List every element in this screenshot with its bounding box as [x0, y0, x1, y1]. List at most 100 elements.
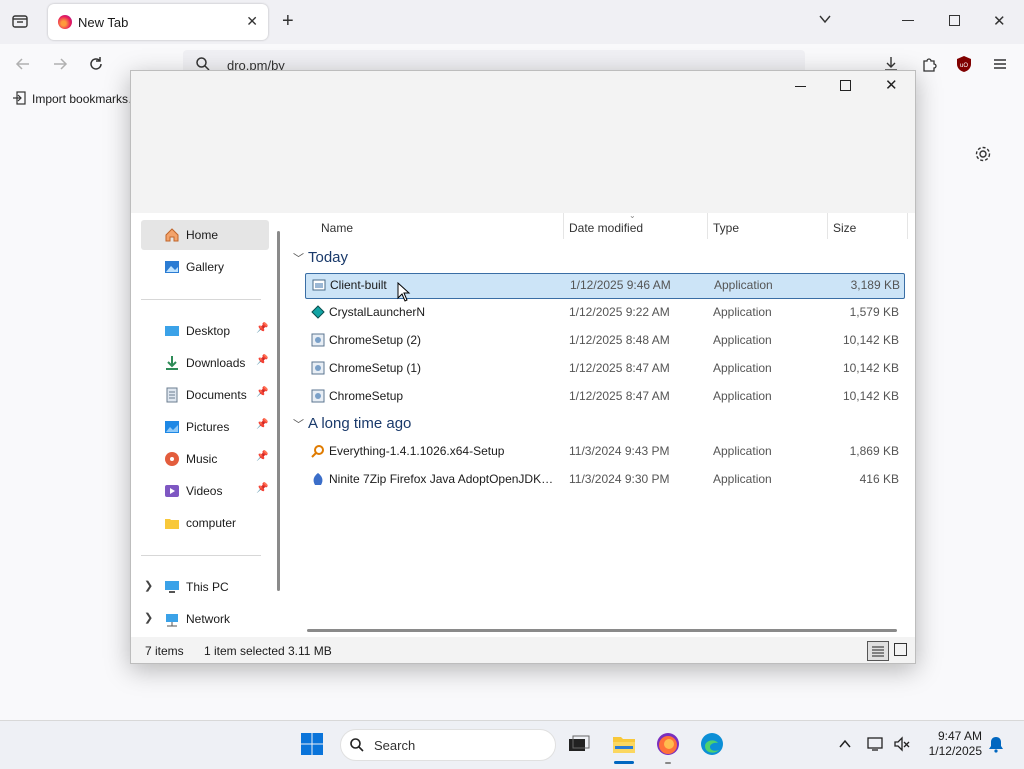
maximize-window-button[interactable] — [840, 80, 851, 91]
file-explorer-icon[interactable] — [612, 732, 636, 756]
nav-label: Home — [186, 228, 219, 242]
file-row[interactable]: ChromeSetup 1/12/2025 8:47 AM Applicatio… — [305, 385, 903, 409]
file-date: 1/12/2025 9:46 AM — [570, 278, 671, 292]
menu-hamburger-icon[interactable] — [992, 56, 1008, 75]
taskbar-search-box[interactable]: Search — [340, 729, 556, 761]
nav-item-computer-folder[interactable]: computer — [141, 508, 269, 538]
extensions-icon[interactable] — [920, 55, 938, 76]
import-bookmarks-link[interactable]: Import bookmarks… — [32, 92, 140, 106]
mouse-cursor-icon — [397, 281, 411, 305]
nav-label: Gallery — [186, 260, 225, 274]
documents-icon — [164, 387, 180, 403]
new-tab-button[interactable]: + — [282, 10, 294, 33]
file-type: Application — [713, 472, 772, 486]
nav-item-network[interactable]: ❯ Network — [141, 604, 269, 634]
nav-item-gallery[interactable]: Gallery — [141, 252, 269, 282]
task-view-icon[interactable] — [567, 732, 591, 756]
file-date: 1/12/2025 9:22 AM — [569, 305, 670, 319]
notification-bell-icon[interactable] — [988, 735, 1004, 756]
file-row[interactable]: Client-built 1/12/2025 9:46 AM Applicati… — [305, 273, 905, 299]
column-header-size[interactable]: Size — [833, 221, 856, 235]
chevron-down-icon[interactable] — [818, 12, 832, 29]
item-count: 7 items — [145, 644, 184, 658]
file-date: 11/3/2024 9:43 PM — [569, 444, 670, 458]
file-size: 3,189 KB — [850, 278, 900, 292]
minimize-browser-button[interactable] — [902, 20, 914, 21]
file-row[interactable]: ChromeSetup (2) 1/12/2025 8:48 AM Applic… — [305, 329, 903, 353]
column-header-name[interactable]: Name — [321, 221, 353, 235]
search-icon — [349, 737, 365, 756]
nav-item-pictures[interactable]: Pictures 📌 — [141, 412, 269, 442]
close-browser-button[interactable]: ✕ — [993, 12, 1006, 30]
file-name: ChromeSetup (1) — [329, 361, 422, 375]
navigation-pane: Home Gallery Desktop 📌 Downloads 📌 Docum… — [131, 213, 279, 637]
firefox-icon[interactable] — [656, 732, 680, 756]
file-row[interactable]: ChromeSetup (1) 1/12/2025 8:47 AM Applic… — [305, 357, 903, 381]
reload-icon[interactable] — [87, 55, 105, 76]
details-view-button[interactable] — [867, 641, 889, 661]
nav-item-downloads[interactable]: Downloads 📌 — [141, 348, 269, 378]
settings-gear-icon[interactable] — [974, 145, 992, 166]
nav-item-home[interactable]: Home — [141, 220, 269, 250]
nav-label: Documents — [186, 388, 247, 402]
file-size: 10,142 KB — [842, 361, 899, 375]
nav-item-this-pc[interactable]: ❯ This PC — [141, 572, 269, 602]
column-divider[interactable] — [707, 213, 708, 239]
network-icon — [164, 611, 180, 627]
file-explorer-window: ✕ Home Gallery Desktop 📌 Downloads 📌 Doc… — [130, 70, 916, 664]
running-app-indicator — [665, 762, 671, 764]
chevron-right-icon[interactable]: ❯ — [144, 579, 153, 592]
file-type: Application — [713, 389, 772, 403]
clock-date: 1/12/2025 — [928, 744, 982, 758]
chevron-right-icon[interactable]: ❯ — [144, 611, 153, 624]
gallery-icon — [164, 259, 180, 275]
edge-icon[interactable] — [700, 732, 724, 756]
nav-item-documents[interactable]: Documents 📌 — [141, 380, 269, 410]
close-window-button[interactable]: ✕ — [885, 76, 898, 94]
file-list-pane: Name ⌄ Date modified Type Size ﹀ Today Cl… — [287, 211, 915, 637]
column-divider[interactable] — [907, 213, 908, 239]
column-divider[interactable] — [563, 213, 564, 239]
nav-item-desktop[interactable]: Desktop 📌 — [141, 316, 269, 346]
forward-arrow-icon[interactable] — [51, 55, 69, 76]
column-header-type[interactable]: Type — [713, 221, 739, 235]
nav-item-music[interactable]: Music 📌 — [141, 444, 269, 474]
windows-start-icon[interactable] — [300, 732, 324, 759]
file-name: CrystalLauncherN — [329, 305, 426, 319]
taskbar-clock[interactable]: 9:47 AM 1/12/2025 — [920, 729, 982, 759]
nav-divider — [141, 299, 261, 300]
tab-new-tab[interactable]: New Tab ✕ — [48, 4, 268, 40]
minimize-window-button[interactable] — [795, 86, 806, 87]
group-header-today[interactable]: ﹀ Today — [293, 249, 348, 266]
nav-label: Network — [186, 612, 231, 626]
tiles-view-button[interactable] — [894, 643, 907, 656]
chevron-up-icon[interactable] — [838, 738, 852, 753]
network-status-icon[interactable] — [867, 735, 885, 756]
tab-list-icon[interactable] — [11, 12, 29, 35]
file-type: Application — [713, 361, 772, 375]
volume-muted-icon[interactable] — [893, 735, 911, 756]
back-arrow-icon[interactable] — [14, 55, 32, 76]
setup-icon — [311, 361, 325, 375]
nav-label: Videos — [186, 484, 223, 498]
close-tab-icon[interactable]: ✕ — [246, 13, 258, 30]
file-row[interactable]: Ninite 7Zip Firefox Java AdoptOpenJDK x.… — [305, 468, 903, 492]
ublock-shield-icon[interactable]: uO — [956, 55, 972, 76]
file-name: ChromeSetup (2) — [329, 333, 422, 347]
pin-icon: 📌 — [256, 387, 269, 398]
group-label: Today — [308, 249, 349, 266]
file-row[interactable]: Everything-1.4.1.1026.x64-Setup 11/3/202… — [305, 440, 903, 464]
nav-item-videos[interactable]: Videos 📌 — [141, 476, 269, 506]
group-header-long-ago[interactable]: ﹀ A long time ago — [293, 415, 411, 432]
status-bar: 7 items 1 item selected 3.11 MB — [131, 637, 915, 663]
nav-label: Downloads — [186, 356, 246, 370]
maximize-browser-button[interactable] — [949, 15, 960, 26]
everything-search-icon — [311, 444, 325, 458]
column-divider[interactable] — [827, 213, 828, 239]
music-icon — [164, 451, 180, 467]
column-header-date[interactable]: Date modified — [569, 221, 643, 235]
nav-scrollbar[interactable] — [277, 231, 280, 591]
file-row[interactable]: CrystalLauncherN 1/12/2025 9:22 AM Appli… — [305, 301, 903, 325]
file-size: 1,869 KB — [849, 444, 899, 458]
horizontal-scrollbar[interactable] — [307, 629, 897, 632]
